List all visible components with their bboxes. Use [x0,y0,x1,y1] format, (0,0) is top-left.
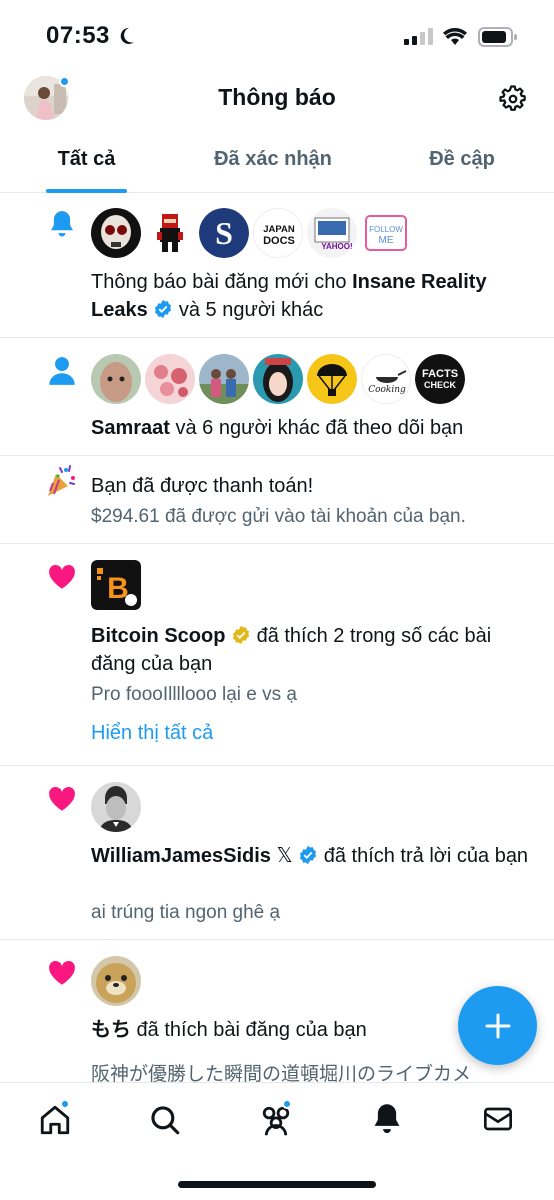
avatar-anime-girl[interactable] [253,354,303,404]
top-header: Thông báo [0,72,554,124]
japan-docs-text-2: DOCS [263,235,295,247]
nav-communities[interactable] [258,1099,294,1142]
moon-icon [120,27,134,44]
avatar-group-photo[interactable] [199,354,249,404]
avatar-pixel-ninja[interactable] [145,208,195,258]
mail-icon [484,1107,512,1131]
show-all-link[interactable]: Hiển thị tất cả [91,722,213,745]
heart-icon [49,960,75,985]
verified-badge-icon [155,299,172,319]
liked-reply-preview: ai trúng tia ngon ghê ạ [91,902,281,923]
avatar-s-logo[interactable]: S [199,208,249,258]
notification-item-like-bitcoin-scoop[interactable]: B Bitcoin Scoop đã thích 2 trong số các … [0,544,554,766]
avatar-japan-docs[interactable]: JAPAN DOCS [253,208,303,258]
wifi-icon [443,28,467,45]
nav-messages[interactable] [482,1103,514,1140]
avatar-samraat[interactable] [91,354,141,404]
status-time: 07:53 [46,22,110,49]
nav-home[interactable] [38,1099,72,1142]
japan-docs-text-1: JAPAN [263,224,295,235]
bell-icon [51,211,73,237]
settings-gear-icon[interactable] [498,84,528,114]
person-icon [49,357,75,385]
notification-item-like-williamjamessidis[interactable]: WilliamJamesSidis 𝕏 đã thích trả lời của… [0,766,554,940]
heart-icon [49,564,75,589]
notification-text-prefix: Thông báo bài đăng mới cho [91,271,353,293]
notification-text: WilliamJamesSidis 𝕏 đã thích trả lời của… [91,842,531,870]
battery-icon [478,27,517,47]
avatar-williamjamessidis[interactable] [91,782,141,832]
page-title: Thông báo [218,84,336,110]
cellular-signal-icon [404,28,433,45]
account-name[interactable]: WilliamJamesSidis [91,845,271,867]
notification-text-suffix: và 6 người khác đã theo dõi bạn [169,417,464,439]
tab-mentions[interactable]: Đề cập [415,148,509,171]
home-indicator [178,1181,376,1188]
follow-text: FOLLOW [369,225,403,234]
cooking-text: Cooking [368,385,406,395]
svg-text:S: S [215,215,233,251]
avatar-yahoo-finance[interactable]: YAHOO! [307,208,357,258]
nav-search[interactable] [148,1103,182,1142]
notification-item-follows[interactable]: Cooking FACTS CHECK Samraat và 6 người k… [0,338,554,456]
avatar-facts-check[interactable]: FACTS CHECK [415,354,465,404]
heart-icon [49,786,75,811]
facts-text: FACTS [422,368,458,380]
check-text: CHECK [424,380,457,390]
compose-button[interactable] [458,986,537,1065]
notification-text-suffix: đã thích bài đăng của bạn [131,1019,367,1041]
x-mark-icon: 𝕏 [276,845,293,867]
notification-text: Thông báo bài đăng mới cho Insane Realit… [91,268,531,324]
notification-text-suffix: và 5 người khác [173,299,324,321]
avatar-bitcoin-scoop[interactable]: B [91,560,141,610]
plus-icon [485,1013,510,1038]
avatar-group: Cooking FACTS CHECK [91,354,465,404]
notification-text: Samraat và 6 người khác đã theo dõi bạn [91,414,531,442]
notification-item-new-posts[interactable]: S JAPAN DOCS YAHOO! FOLLOW ME Thông báo … [0,194,554,338]
party-popper-icon [48,465,75,496]
status-bar: 07:53 [0,0,554,70]
me-text: ME [379,235,394,246]
payout-detail: $294.61 đã được gửi vào tài khoản của bạ… [91,506,466,527]
active-tab-indicator [46,189,127,193]
notification-text: Bitcoin Scoop đã thích 2 trong số các bà… [91,622,531,678]
avatar-follow-me[interactable]: FOLLOW ME [361,208,411,258]
home-notification-dot [60,1099,70,1109]
communities-notification-dot [282,1099,292,1109]
account-name[interactable]: もち [91,1019,131,1041]
avatar-group: S JAPAN DOCS YAHOO! FOLLOW ME [91,208,411,258]
nav-notifications[interactable] [371,1103,403,1142]
notification-tabs: Tất cả Đã xác nhận Đề cập [0,140,554,193]
notification-item-payout[interactable]: Bạn đã được thanh toán! $294.61 đã được … [0,456,554,544]
liked-post-preview: Pro foooIllllooo lại e vs ạ [91,684,297,705]
liked-post-preview: 阪神が優勝した瞬間の道頓堀川のライブカメ [91,1064,472,1082]
account-name[interactable]: Samraat [91,417,170,439]
search-icon [151,1106,180,1135]
avatar-mochi[interactable] [91,956,141,1006]
avatar-cooking[interactable]: Cooking [361,354,411,404]
verified-badge-icon [300,845,317,865]
payout-title: Bạn đã được thanh toán! [91,475,314,497]
avatar-parachute[interactable] [307,354,357,404]
tab-verified[interactable]: Đã xác nhận [196,148,350,171]
yahoo-text: YAHOO! [321,242,352,251]
notification-text-suffix: đã thích trả lời của bạn [318,845,529,867]
avatar-skull[interactable] [91,208,141,258]
bell-filled-icon [374,1104,400,1134]
account-name[interactable]: Bitcoin Scoop [91,625,225,647]
tab-all[interactable]: Tất cả [40,148,133,171]
gold-verified-badge-icon [232,625,250,645]
avatar-flowers[interactable] [145,354,195,404]
